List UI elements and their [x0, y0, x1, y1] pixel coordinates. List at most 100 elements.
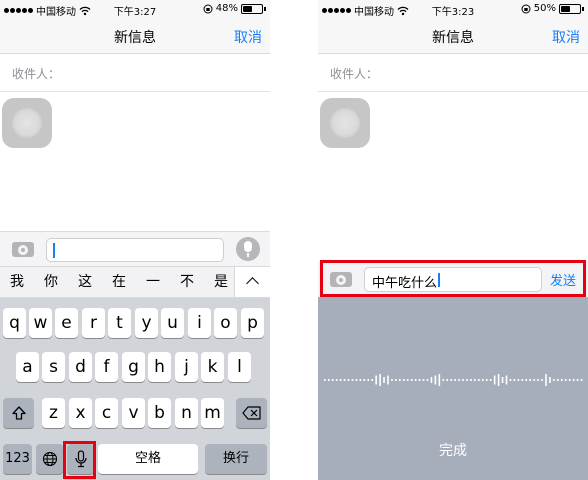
dictation-button[interactable]	[236, 237, 260, 261]
waveform-bar	[533, 379, 535, 381]
waveform-bar	[446, 379, 449, 381]
candidate-word[interactable]: 我	[0, 267, 34, 297]
phone-screen-voice: 中国移动 下午3:23 50% 新信息 取消 收件人： 中午吃什么 发送 完成	[318, 0, 588, 480]
waveform-bar	[553, 379, 555, 381]
key-p[interactable]: p	[241, 308, 264, 338]
candidate-word[interactable]: 在	[102, 267, 136, 297]
candidate-word[interactable]: 不	[170, 267, 204, 297]
orientation-lock-icon	[521, 4, 531, 13]
waveform-bar	[418, 379, 421, 381]
waveform-bar	[327, 379, 330, 381]
waveform-bar	[482, 379, 484, 381]
key-n[interactable]: n	[175, 398, 198, 428]
key-e[interactable]: e	[55, 308, 78, 338]
delete-button[interactable]	[236, 398, 267, 428]
key-t[interactable]: t	[108, 308, 131, 338]
key-s[interactable]: s	[42, 352, 65, 382]
key-f[interactable]: f	[95, 352, 118, 382]
cancel-button[interactable]: 取消	[234, 27, 262, 47]
key-j[interactable]: j	[175, 352, 198, 382]
candidate-word[interactable]: 这	[68, 267, 102, 297]
key-h[interactable]: h	[148, 352, 171, 382]
recipient-field[interactable]: 收件人：	[318, 54, 588, 92]
waveform-bar	[580, 379, 583, 381]
key-g[interactable]: g	[122, 352, 145, 382]
waveform-bar	[529, 379, 531, 381]
waveform-bar	[442, 379, 445, 381]
waveform-bar	[561, 379, 563, 381]
key-o[interactable]: o	[214, 308, 237, 338]
done-button[interactable]: 完成	[318, 440, 588, 460]
waveform-bar	[505, 375, 508, 385]
orientation-lock-icon	[203, 4, 213, 13]
waveform-bar	[513, 379, 516, 381]
waveform-bar	[576, 379, 579, 381]
globe-icon	[42, 451, 57, 467]
phone-screen-keyboard: 中国移动 下午3:27 48% 新信息 取消 收件人： 我 你 这 在 一 不 …	[0, 0, 270, 480]
key-q[interactable]: q	[3, 308, 26, 338]
waveform-bar	[391, 379, 393, 381]
dictation-panel: 完成	[318, 297, 588, 480]
waveform-bar	[351, 379, 354, 381]
candidate-word[interactable]: 是	[204, 267, 238, 297]
key-b[interactable]: b	[148, 398, 171, 428]
page-title: 新信息	[114, 30, 156, 46]
globe-button[interactable]	[36, 444, 63, 474]
waveform-bar	[387, 375, 389, 385]
return-key[interactable]: 换行	[205, 444, 267, 474]
waveform-bar	[545, 374, 547, 386]
key-m[interactable]: m	[201, 398, 224, 428]
waveform-bar	[347, 379, 350, 381]
waveform-bar	[572, 379, 575, 381]
key-a[interactable]: a	[16, 352, 39, 382]
waveform-bar	[454, 379, 456, 381]
shift-button[interactable]	[3, 398, 34, 428]
key-y[interactable]: y	[135, 308, 158, 338]
waveform-bar	[406, 379, 409, 381]
waveform-bar	[462, 379, 464, 381]
battery-icon	[241, 3, 263, 14]
assistive-touch-button[interactable]	[320, 98, 370, 148]
waveform-bar	[470, 379, 472, 381]
key-r[interactable]: r	[82, 308, 105, 338]
key-k[interactable]: k	[201, 352, 224, 382]
key-l[interactable]: l	[228, 352, 251, 382]
key-w[interactable]: w	[29, 308, 52, 338]
candidate-word[interactable]: 一	[136, 267, 170, 297]
waveform-bar	[474, 379, 476, 381]
voice-waveform	[324, 374, 583, 386]
waveform-bar	[557, 379, 559, 381]
recipient-field[interactable]: 收件人：	[0, 54, 270, 92]
highlight-dictation-key	[63, 441, 96, 479]
key-u[interactable]: u	[161, 308, 184, 338]
waveform-bar	[331, 379, 334, 381]
waveform-bar	[343, 379, 346, 381]
shift-icon	[11, 406, 26, 420]
key-v[interactable]: v	[122, 398, 145, 428]
expand-candidates-button[interactable]	[234, 267, 270, 297]
page-title: 新信息	[432, 30, 474, 46]
waveform-bar	[525, 379, 528, 381]
nav-bar: 新信息 取消	[0, 18, 270, 54]
camera-icon[interactable]	[12, 242, 34, 257]
candidate-word[interactable]: 你	[34, 267, 68, 297]
candidate-bar: 我 你 这 在 一 不 是	[0, 266, 270, 298]
key-x[interactable]: x	[69, 398, 92, 428]
cancel-button[interactable]: 取消	[552, 27, 580, 47]
message-input[interactable]	[46, 238, 224, 262]
key-d[interactable]: d	[69, 352, 92, 382]
waveform-bar	[466, 379, 468, 381]
key-c[interactable]: c	[95, 398, 118, 428]
assistive-touch-button[interactable]	[2, 98, 52, 148]
waveform-bar	[359, 379, 362, 381]
waveform-bar	[371, 379, 373, 381]
waveform-bar	[537, 379, 539, 381]
key-z[interactable]: z	[42, 398, 65, 428]
waveform-bar	[367, 379, 370, 381]
key-i[interactable]: i	[188, 308, 211, 338]
battery-icon	[559, 3, 581, 14]
numbers-key[interactable]: 123	[3, 444, 32, 474]
waveform-bar	[430, 377, 433, 383]
message-composer	[0, 231, 270, 266]
space-key[interactable]: 空格	[98, 444, 198, 474]
